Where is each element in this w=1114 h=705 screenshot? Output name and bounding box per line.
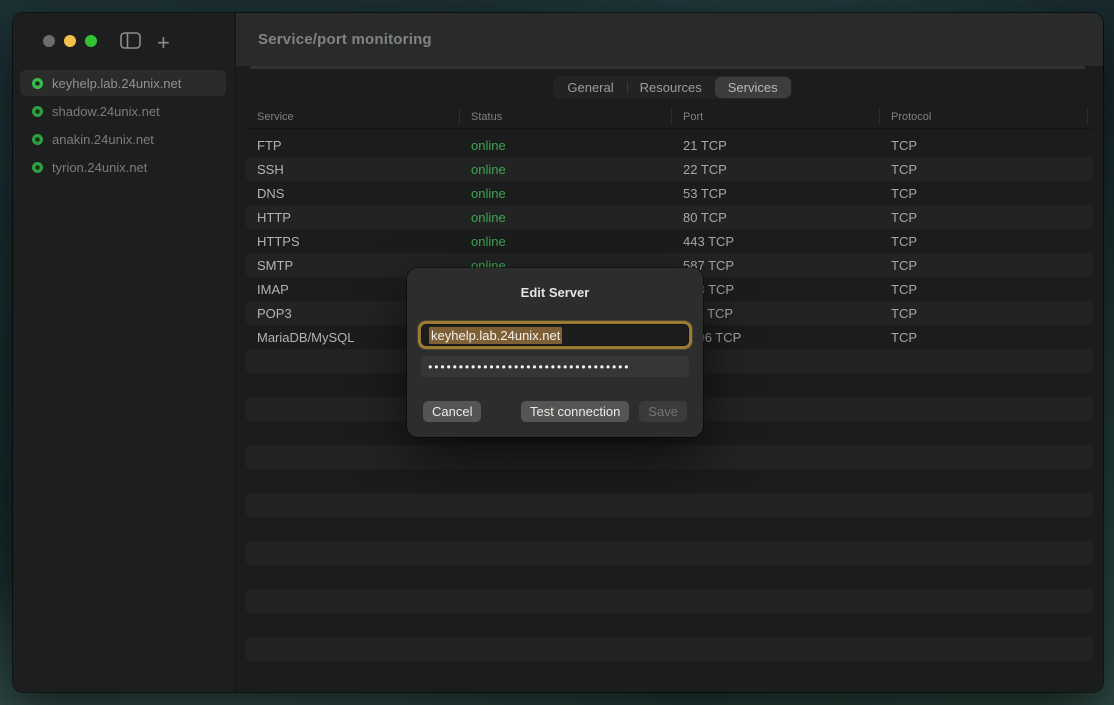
sidebar-server-item[interactable]: anakin.24unix.net [20,126,226,152]
cell-protocol: TCP [880,162,1088,177]
table-row-empty [246,613,1093,637]
toggle-sidebar-button[interactable] [120,32,141,54]
table-row-empty [246,445,1093,469]
column-header-protocol[interactable]: Protocol [880,109,1088,125]
column-header-service[interactable]: Service [246,109,460,125]
cell-port: 21 TCP [672,138,880,153]
table-row[interactable]: HTTP online 80 TCP TCP [246,205,1093,229]
dialog-title: Edit Server [407,285,703,300]
edit-server-dialog: Edit Server keyhelp.lab.24unix.net ●●●●●… [407,268,703,437]
cell-port: 587 TCP [672,258,880,273]
table-row-empty [246,541,1093,565]
traffic-lights [43,35,97,47]
password-masked-text: ●●●●●●●●●●●●●●●●●●●●●●●●●●●●●●●●● [428,362,630,371]
cell-protocol: TCP [880,330,1088,345]
cell-port: 80 TCP [672,210,880,225]
zoom-button[interactable] [85,35,97,47]
close-button[interactable] [43,35,55,47]
cell-protocol: TCP [880,258,1088,273]
table-row[interactable]: HTTPS online 443 TCP TCP [246,229,1093,253]
cell-service: HTTPS [246,234,460,249]
cell-port: 3306 TCP [672,330,880,345]
table-row-empty [246,493,1093,517]
tab-segment[interactable]: Services [715,77,791,98]
cell-port: 110 TCP [672,306,880,321]
cell-protocol: TCP [880,138,1088,153]
cell-service: FTP [246,138,460,153]
sidebar-server-item[interactable]: keyhelp.lab.24unix.net [20,70,226,96]
host-input[interactable]: keyhelp.lab.24unix.net [421,324,689,346]
cell-status: online [460,234,672,249]
server-label: tyrion.24unix.net [52,160,147,175]
cell-service: DNS [246,186,460,201]
cell-port: 53 TCP [672,186,880,201]
table-row[interactable]: FTP online 21 TCP TCP [246,133,1093,157]
table-row[interactable]: DNS online 53 TCP TCP [246,181,1093,205]
table-row-empty [246,637,1093,661]
cancel-button[interactable]: Cancel [423,401,481,422]
tab-segment[interactable]: Resources [627,77,715,98]
sidebar-server-item[interactable]: tyrion.24unix.net [20,154,226,180]
cell-protocol: TCP [880,186,1088,201]
cell-status: online [460,138,672,153]
sidebar-icon [120,32,141,49]
cell-port: 143 TCP [672,282,880,297]
server-label: shadow.24unix.net [52,104,160,119]
table-row-empty [246,517,1093,541]
cell-service: HTTP [246,210,460,225]
page-title: Service/port monitoring [258,31,432,48]
server-status-dot-icon [32,106,43,117]
toolbar-divider [250,66,1085,69]
cell-status: online [460,162,672,177]
test-connection-button[interactable]: Test connection [521,401,629,422]
tab-bar: General Resources Services [236,76,1103,99]
add-server-button[interactable]: + [157,33,170,53]
window-titlebar: Service/port monitoring [236,13,1103,66]
column-header-port[interactable]: Port [672,109,880,125]
tab-segment[interactable]: General [554,77,626,98]
server-label: keyhelp.lab.24unix.net [52,76,181,91]
cell-status: online [460,210,672,225]
cell-protocol: TCP [880,282,1088,297]
cell-service: SSH [246,162,460,177]
password-input[interactable]: ●●●●●●●●●●●●●●●●●●●●●●●●●●●●●●●●● [421,356,689,377]
table-row-empty [246,565,1093,589]
cell-status: online [460,186,672,201]
server-status-dot-icon [32,162,43,173]
cell-protocol: TCP [880,234,1088,249]
column-header-status[interactable]: Status [460,109,672,125]
table-row-empty [246,469,1093,493]
server-label: anakin.24unix.net [52,132,154,147]
server-status-dot-icon [32,134,43,145]
table-row-empty [246,589,1093,613]
cell-protocol: TCP [880,210,1088,225]
table-header: Service Status Port Protocol [246,105,1093,129]
server-status-dot-icon [32,78,43,89]
save-button[interactable]: Save [639,401,687,422]
server-list: keyhelp.lab.24unix.net shadow.24unix.net… [20,70,226,182]
sidebar: + keyhelp.lab.24unix.net shadow.24unix.n… [13,13,236,692]
cell-protocol: TCP [880,306,1088,321]
cell-port: 443 TCP [672,234,880,249]
cell-port: 22 TCP [672,162,880,177]
dialog-buttons: Cancel Test connection Save [423,401,687,422]
table-row[interactable]: SSH online 22 TCP TCP [246,157,1093,181]
minimize-button[interactable] [64,35,76,47]
sidebar-server-item[interactable]: shadow.24unix.net [20,98,226,124]
host-input-selected-text: keyhelp.lab.24unix.net [429,327,562,344]
